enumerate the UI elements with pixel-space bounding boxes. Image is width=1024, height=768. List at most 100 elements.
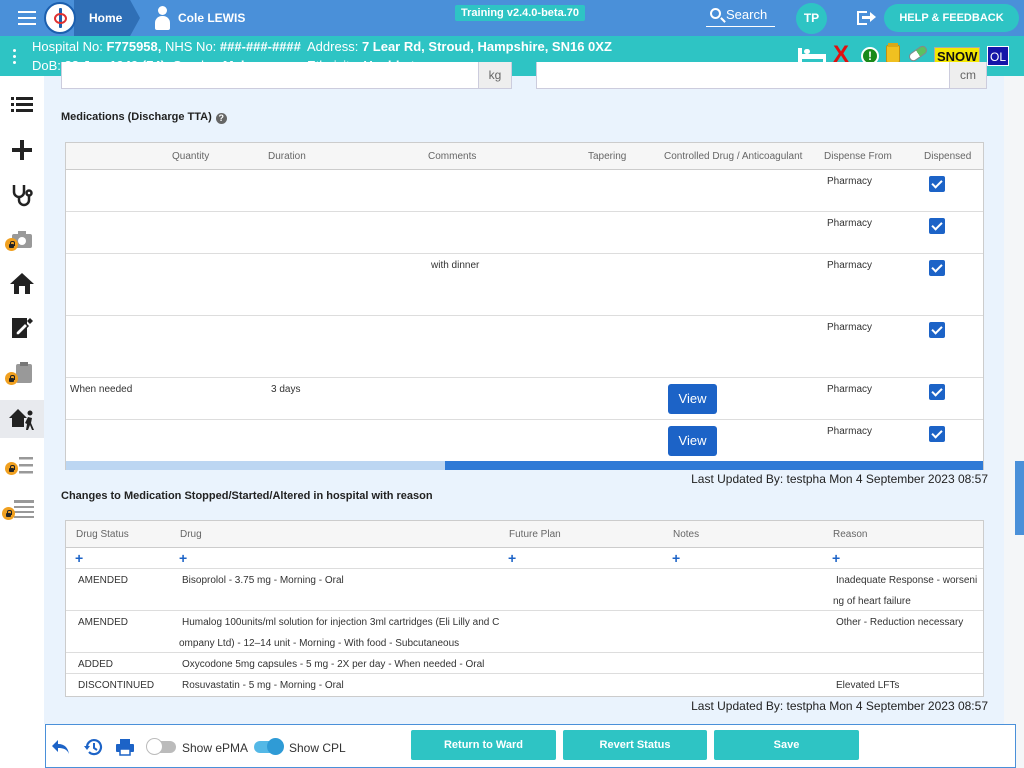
col-duration[interactable]: Duration	[268, 151, 306, 162]
help-icon[interactable]: ?	[215, 113, 227, 124]
house-person-icon[interactable]	[8, 405, 36, 433]
dob-label: DoB:	[32, 58, 61, 73]
drug-status-cell: DISCONTINUED	[78, 680, 155, 691]
drug-status-cell: ADDED	[78, 659, 114, 670]
weight-unit: kg	[478, 62, 512, 89]
view-button[interactable]: View	[668, 384, 717, 414]
drug-cell: Bisoprolol - 3.75 mg - Morning - Oral	[182, 575, 344, 586]
save-button[interactable]: Save	[714, 730, 859, 760]
dispensed-checkbox[interactable]	[929, 176, 945, 192]
col-controlled-drug[interactable]: Controlled Drug / Anticoagulant	[664, 151, 802, 162]
home-breadcrumb[interactable]: Home	[74, 0, 140, 36]
dispense-from-cell: Pharmacy	[827, 426, 873, 437]
revert-status-button[interactable]: Revert Status	[563, 730, 707, 760]
col-comments[interactable]: Comments	[428, 151, 476, 162]
print-icon[interactable]	[115, 737, 135, 757]
table-row: with dinner Pharmacy	[66, 254, 983, 316]
return-to-ward-button[interactable]: Return to Ward	[411, 730, 556, 760]
reason-cell-cont: ng of heart failure	[833, 596, 911, 607]
dispense-from-cell: Pharmacy	[827, 218, 873, 229]
col-future-plan[interactable]: Future Plan	[509, 529, 561, 540]
hospital-no-label: Hospital No:	[32, 39, 103, 54]
height-unit: cm	[949, 62, 987, 89]
hospital-no: F775958,	[106, 39, 162, 54]
show-cpl-toggle[interactable]	[254, 738, 284, 755]
page-scrollbar-thumb[interactable]	[1015, 461, 1024, 535]
reason-cell: Inadequate Response - worseni	[836, 575, 978, 586]
table-row: Pharmacy	[66, 316, 983, 378]
col-drug[interactable]: Drug	[180, 529, 202, 540]
table-row: AMENDED Bisoprolol - 3.75 mg - Morning -…	[66, 569, 983, 611]
home-label: Home	[89, 11, 123, 25]
comments-cell: with dinner	[431, 260, 480, 271]
dispensed-checkbox[interactable]	[929, 218, 945, 234]
add-row: + + + + +	[66, 548, 983, 569]
height-input[interactable]	[536, 62, 950, 89]
app-logo-icon[interactable]	[44, 2, 76, 34]
col-tapering[interactable]: Tapering	[588, 151, 626, 162]
dispensed-checkbox[interactable]	[929, 260, 945, 276]
hamburger-icon[interactable]	[18, 11, 36, 25]
show-epma-toggle[interactable]	[146, 738, 176, 755]
undo-icon[interactable]	[51, 737, 71, 757]
horizontal-scrollbar-thumb[interactable]	[445, 461, 983, 470]
drug-status-cell: AMENDED	[78, 617, 129, 628]
drug-cell: Oxycodone 5mg capsules - 5 mg - 2X per d…	[182, 659, 485, 670]
show-epma-label: Show ePMA	[182, 741, 249, 755]
document-edit-icon[interactable]	[8, 314, 36, 342]
col-reason[interactable]: Reason	[833, 529, 867, 540]
nhs-no: ###-###-####	[219, 39, 301, 54]
help-feedback-button[interactable]: HELP & FEEDBACK	[884, 4, 1019, 32]
nhs-label: NHS No:	[165, 39, 217, 54]
search-icon	[710, 8, 721, 19]
dispensed-checkbox[interactable]	[929, 322, 945, 338]
logout-icon[interactable]	[857, 9, 877, 27]
plus-icon[interactable]	[8, 136, 36, 164]
quantity-cell: When needed	[70, 384, 133, 395]
changes-last-updated: Last Updated By: testpha Mon 4 September…	[691, 699, 988, 713]
address-label: Address:	[307, 39, 359, 54]
dispense-from-cell: Pharmacy	[827, 322, 873, 333]
lock-icon	[2, 507, 15, 520]
add-status-button[interactable]: +	[75, 550, 83, 566]
more-options-icon[interactable]	[13, 49, 16, 67]
drug-cell-cont: ompany Ltd) - 12–14 unit - Morning - Wit…	[179, 638, 460, 649]
table-row: AMENDED Humalog 100units/ml solution for…	[66, 611, 983, 653]
horizontal-scrollbar[interactable]	[66, 461, 983, 470]
page-scrollbar[interactable]	[1004, 76, 1024, 768]
version-badge: Training v2.4.0-beta.70	[455, 5, 585, 21]
drug-status-cell: AMENDED	[78, 575, 129, 586]
stethoscope-icon[interactable]	[8, 181, 36, 209]
table-row: When needed 3 days View Pharmacy	[66, 378, 983, 420]
dispensed-checkbox[interactable]	[929, 384, 945, 400]
add-reason-button[interactable]: +	[832, 550, 840, 566]
medications-section-title: Medications (Discharge TTA)?	[61, 111, 227, 124]
col-quantity[interactable]: Quantity	[172, 151, 209, 162]
dispensed-checkbox[interactable]	[929, 426, 945, 442]
medications-title-text: Medications (Discharge TTA)	[61, 111, 212, 123]
table-row: View Pharmacy	[66, 420, 983, 462]
add-drug-button[interactable]: +	[179, 550, 187, 566]
ol-badge[interactable]: OL	[987, 46, 1009, 66]
drug-cell: Humalog 100units/ml solution for injecti…	[182, 617, 500, 628]
col-dispensed[interactable]: Dispensed	[924, 151, 971, 162]
duration-cell: 3 days	[271, 384, 301, 395]
dispense-from-cell: Pharmacy	[827, 176, 873, 187]
drug-cell: Rosuvastatin - 5 mg - Morning - Oral	[182, 680, 344, 691]
list-icon[interactable]	[8, 91, 36, 119]
add-notes-button[interactable]: +	[672, 550, 680, 566]
col-drug-status[interactable]: Drug Status	[76, 529, 129, 540]
view-button[interactable]: View	[668, 426, 717, 456]
sidebar	[0, 76, 44, 768]
col-dispense-from[interactable]: Dispense From	[824, 151, 892, 162]
dispense-from-cell: Pharmacy	[827, 384, 873, 395]
history-icon[interactable]	[83, 737, 103, 757]
add-future-plan-button[interactable]: +	[508, 550, 516, 566]
patient-name[interactable]: Cole LEWIS	[178, 11, 245, 25]
weight-input[interactable]	[61, 62, 479, 89]
col-notes[interactable]: Notes	[673, 529, 699, 540]
search-button[interactable]: Search	[706, 5, 775, 27]
jar-icon[interactable]	[886, 43, 900, 63]
house-icon[interactable]	[8, 270, 36, 298]
user-avatar[interactable]: TP	[796, 3, 827, 34]
